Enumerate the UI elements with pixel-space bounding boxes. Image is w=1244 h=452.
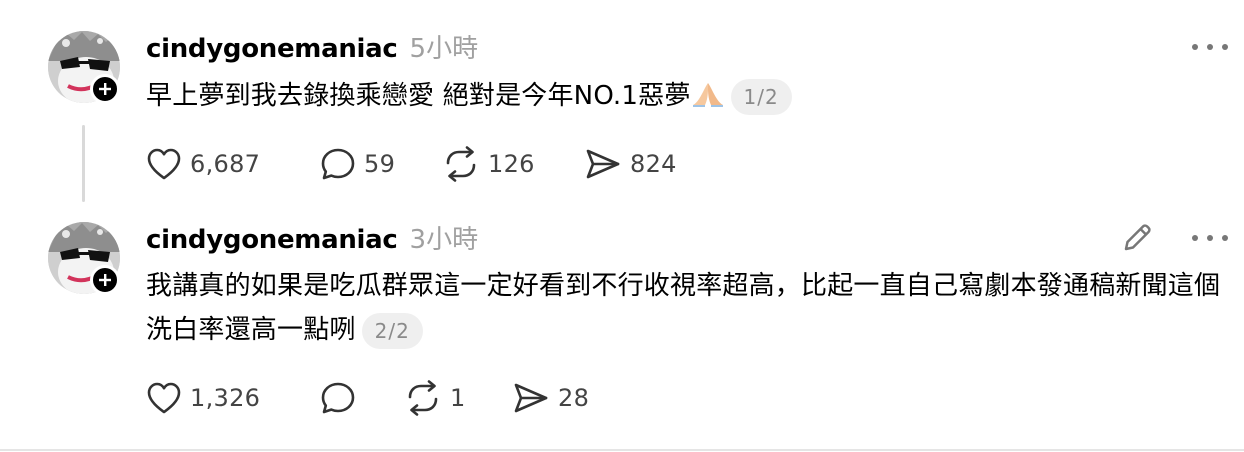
like-count: 1,326	[190, 384, 261, 412]
username[interactable]: cindygonemaniac	[146, 225, 398, 255]
share-count: 28	[558, 384, 590, 412]
timestamp[interactable]: 3小時	[410, 219, 479, 256]
feed-divider	[0, 449, 1244, 451]
reply-button[interactable]	[320, 378, 364, 418]
like-button[interactable]: 1,326	[146, 378, 260, 418]
plus-icon	[99, 274, 111, 286]
repost-arrows-icon	[408, 380, 438, 416]
repost-count: 1	[450, 384, 466, 412]
send-arrow-icon	[514, 383, 548, 413]
thread-post-2: cindygonemaniac 3小時 我講真的如果是吃瓜群眾這一定好看到不行收…	[0, 0, 1244, 450]
heart-icon	[147, 382, 181, 414]
post-text: 我講真的如果是吃瓜群眾這一定好看到不行收視率超高，比起一直自己寫劇本發通稿新聞這…	[146, 271, 1221, 345]
post-actions: 1,326 1 28	[146, 378, 606, 418]
more-options-button[interactable]	[1192, 226, 1228, 250]
more-dots-icon	[1192, 235, 1198, 241]
post-body: 我講真的如果是吃瓜群眾這一定好看到不行收視率超高，比起一直自己寫劇本發通稿新聞這…	[146, 264, 1231, 352]
edit-button[interactable]	[1120, 221, 1154, 255]
thread-page-indicator: 2/2	[361, 312, 423, 349]
pencil-icon	[1124, 224, 1151, 251]
more-dot	[1207, 235, 1213, 241]
follow-button[interactable]	[90, 265, 120, 295]
share-button[interactable]: 28	[512, 378, 589, 418]
post-header: cindygonemaniac 3小時	[146, 219, 478, 256]
more-dot	[1222, 235, 1228, 241]
repost-button[interactable]: 1	[404, 378, 466, 418]
speech-bubble-icon	[321, 382, 355, 414]
